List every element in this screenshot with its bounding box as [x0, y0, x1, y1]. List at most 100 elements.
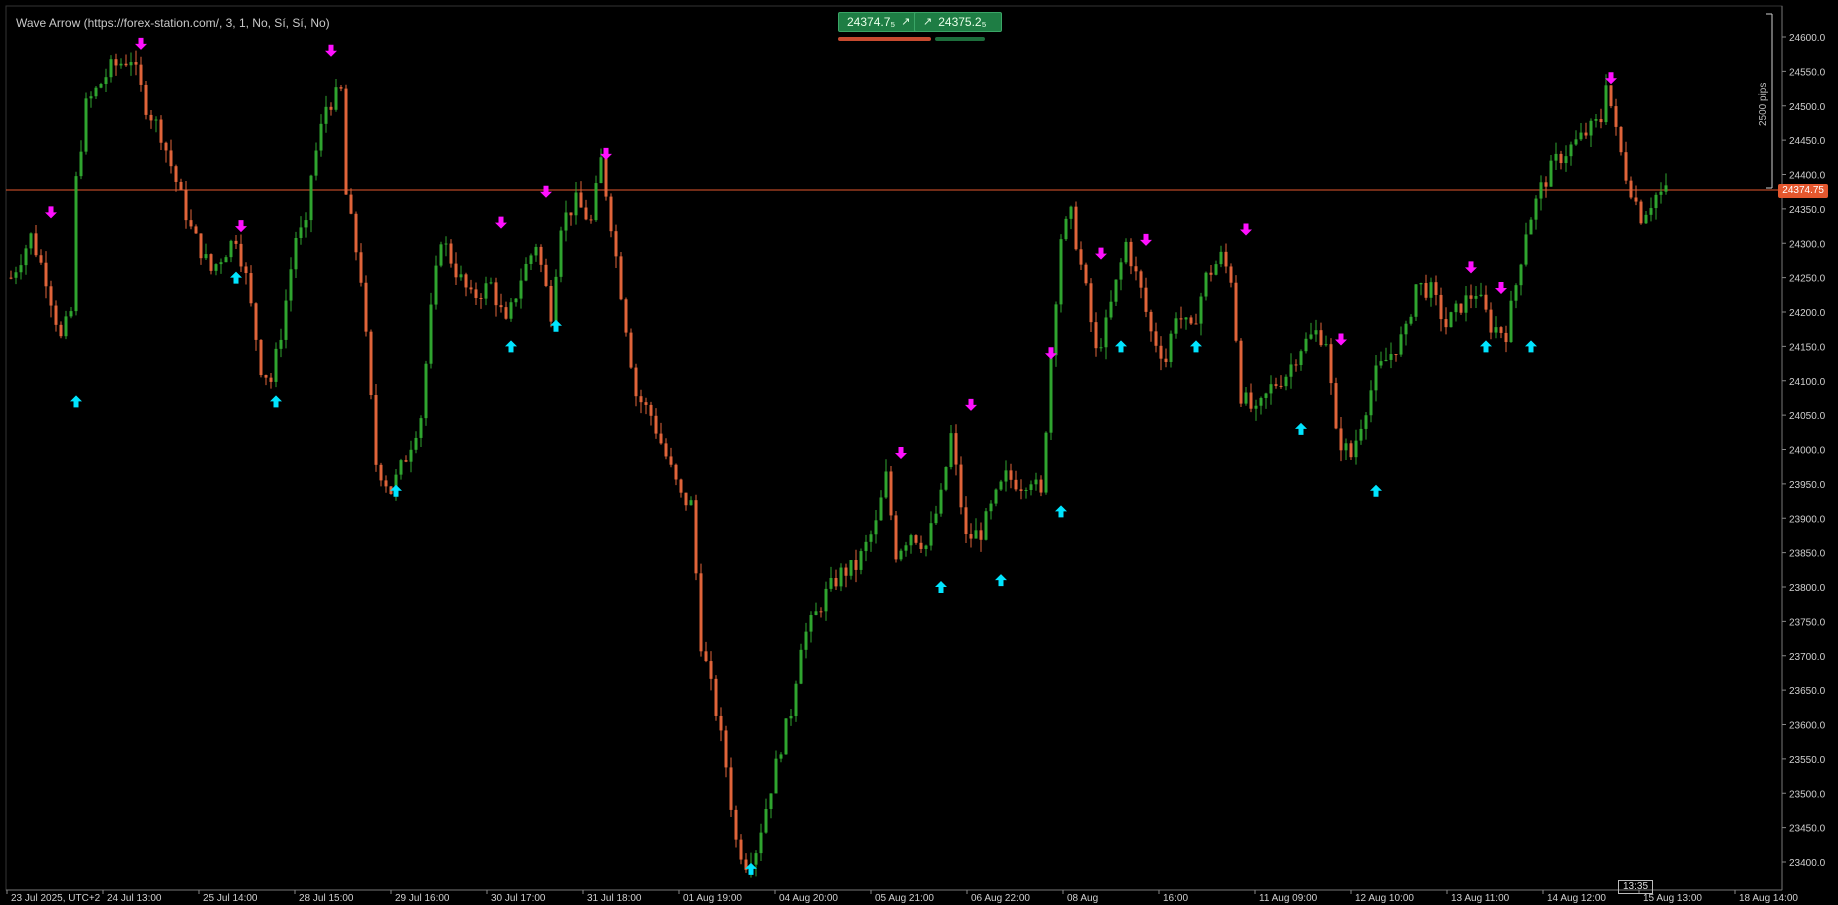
candle-body	[784, 718, 788, 755]
candle-body	[1309, 334, 1313, 339]
candle	[454, 252, 458, 285]
candle	[134, 50, 138, 76]
candle	[204, 243, 208, 260]
candle	[554, 269, 558, 323]
candle-body	[969, 534, 973, 539]
candle	[824, 581, 828, 621]
candle	[599, 148, 603, 184]
candle-body	[739, 839, 743, 860]
candle-body	[779, 754, 783, 759]
candle	[1014, 470, 1018, 492]
candle	[89, 91, 93, 108]
candle-body	[39, 255, 43, 263]
candle	[559, 226, 563, 283]
candle	[484, 276, 488, 306]
candle-body	[699, 573, 703, 652]
candle-body	[829, 577, 833, 589]
candle	[544, 258, 548, 288]
candle-body	[1194, 323, 1198, 325]
candle	[494, 277, 498, 317]
candle-body	[804, 631, 808, 650]
candle	[1574, 130, 1578, 146]
sell-signal-arrow	[135, 37, 147, 50]
candle-body	[1434, 282, 1438, 295]
candle	[714, 675, 718, 721]
candle-body	[524, 263, 528, 281]
candle-body	[1009, 470, 1013, 480]
candle-body	[1079, 249, 1083, 265]
candle	[1624, 141, 1628, 185]
candle-body	[639, 396, 643, 403]
candle	[1464, 286, 1468, 322]
candle-body	[854, 560, 858, 570]
candle	[979, 522, 983, 552]
candle-body	[79, 151, 83, 177]
candle	[1004, 460, 1008, 492]
chart-frame[interactable]: 24600.0 24550.0 24500.0 24450.0 24400.0 24350…	[0, 0, 1838, 905]
x-tick-label: 14 Aug 12:00	[1547, 893, 1606, 904]
candle	[1554, 142, 1558, 170]
candle-body	[1019, 489, 1023, 491]
candle-body	[249, 273, 253, 304]
sell-price-button[interactable]: 24374.7₅ ↗	[838, 12, 926, 32]
candle-body	[409, 449, 413, 462]
candle-body	[279, 339, 283, 349]
candle-body	[1539, 182, 1543, 199]
candle-body	[559, 230, 563, 277]
x-tick-label: 24 Jul 13:00	[107, 893, 162, 904]
sell-signal-arrow	[325, 44, 337, 57]
candle-body	[59, 324, 63, 337]
candle	[1289, 353, 1293, 389]
candle-body	[1389, 354, 1393, 360]
candle	[1604, 74, 1608, 126]
candle-body	[624, 299, 628, 333]
candle-body	[1259, 397, 1263, 406]
candle-body	[354, 213, 358, 253]
candle-body	[259, 339, 263, 376]
x-tick-label: 23 Jul 2025, UTC+2	[11, 893, 101, 904]
candle-body	[1354, 440, 1358, 458]
candle	[519, 268, 523, 309]
candle-body	[1089, 283, 1093, 323]
candle-body	[1014, 479, 1018, 490]
candle-body	[144, 84, 148, 115]
candle	[1019, 479, 1023, 500]
candle	[1244, 387, 1248, 406]
candle-body	[1134, 266, 1138, 272]
candle	[814, 602, 818, 616]
candle-body	[1109, 301, 1113, 318]
candle	[39, 249, 43, 265]
candle	[1239, 338, 1243, 407]
candle-body	[689, 500, 693, 506]
candle-body	[1104, 317, 1108, 348]
candle	[974, 518, 978, 539]
candle-body	[1289, 364, 1293, 377]
candle-body	[544, 264, 548, 286]
candle	[769, 793, 773, 819]
candle-body	[919, 542, 923, 549]
candle	[984, 507, 988, 541]
candle-body	[1484, 294, 1488, 310]
candle	[1319, 322, 1323, 347]
candle	[1374, 354, 1378, 402]
candle-body	[64, 316, 68, 337]
price-chart[interactable]: 24600.0 24550.0 24500.0 24450.0 24400.0 24350…	[0, 0, 1838, 905]
candle-body	[1514, 285, 1518, 301]
candle-body	[819, 611, 823, 613]
sell-signal-arrow	[540, 185, 552, 198]
candle	[289, 257, 293, 312]
candle-body	[729, 767, 733, 810]
candle-body	[1159, 345, 1163, 359]
candle	[224, 255, 228, 263]
candle-body	[1114, 279, 1118, 302]
candle	[724, 725, 728, 778]
candle-body	[1169, 333, 1173, 362]
candle	[704, 641, 708, 663]
candle	[1619, 126, 1623, 156]
buy-price-button[interactable]: ↗ 24375.2₅	[914, 12, 1002, 32]
candle	[664, 438, 668, 460]
candle-body	[764, 808, 768, 833]
candle-body	[1464, 295, 1468, 313]
candle-body	[939, 489, 943, 514]
candle-body	[319, 123, 323, 151]
